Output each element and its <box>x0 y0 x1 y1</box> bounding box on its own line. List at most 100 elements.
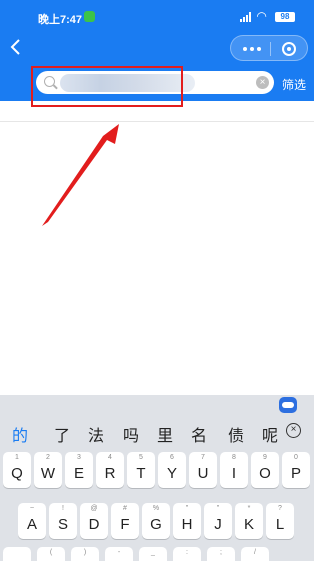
candidate-word[interactable]: 的 <box>12 422 28 446</box>
key-r[interactable]: 4R <box>96 452 124 488</box>
key-e[interactable]: 3E <box>65 452 93 488</box>
key-d[interactable]: @ D <box>80 503 108 539</box>
status-time: 晚上7:47 <box>38 14 83 26</box>
keyboard: 的了法吗里名债呢 × 1 Q 2 W 3 E 4 R 5 T 6 Y 7 U 8 I 9 O 0 P ~ A! S @ D # F%… <box>0 395 314 561</box>
capsule-divider <box>270 42 271 56</box>
key-t[interactable]: 5T <box>127 452 155 488</box>
key-row3-6[interactable]: ; <box>207 547 235 561</box>
battery-icon: 98 <box>275 12 295 22</box>
key-w[interactable]: 2W <box>34 452 62 488</box>
key-alt-label: % <box>152 505 160 512</box>
candidate-word[interactable]: 里 <box>157 422 173 446</box>
key-label: L <box>275 516 285 533</box>
key-alt-label: 1 <box>15 454 19 461</box>
key-label: F <box>120 516 130 533</box>
highlight-box <box>31 66 183 107</box>
key-alt-label: " <box>216 505 220 512</box>
signal-icon <box>240 12 252 22</box>
key-f[interactable]: # F <box>111 503 139 539</box>
key-label: Y <box>166 465 177 482</box>
key-alt-label: - <box>117 549 121 556</box>
key-y[interactable]: 6Y <box>158 452 186 488</box>
clear-icon[interactable]: × <box>256 76 269 89</box>
key-alt-label: ~ <box>29 505 35 512</box>
key-alt-label: 4 <box>108 454 112 461</box>
candidate-word[interactable]: 了 <box>54 422 70 446</box>
key-label: Q <box>11 465 23 482</box>
key-row3-5[interactable]: : <box>173 547 201 561</box>
key-j[interactable]: " J <box>204 503 232 539</box>
close-miniprogram-icon[interactable] <box>282 42 296 56</box>
key-alt-label: 3 <box>77 454 81 461</box>
candidate-word[interactable]: 呢 <box>262 422 278 446</box>
candidate-bar: 的 了法吗里名债呢 <box>0 418 314 446</box>
key-label: P <box>290 465 301 482</box>
key-alt-label: @ <box>90 505 98 512</box>
key-alt-label: ) <box>83 549 87 556</box>
key-label: A <box>26 516 37 533</box>
key-g[interactable]: % G <box>142 503 170 539</box>
key-alt-label: 8 <box>232 454 236 461</box>
key-alt-label: " <box>185 505 189 512</box>
key-s[interactable]: ! S <box>49 503 77 539</box>
key-alt-label: 9 <box>263 454 267 461</box>
key-q[interactable]: 1Q <box>3 452 31 488</box>
key-row3-0[interactable] <box>3 547 31 561</box>
key-label: H <box>181 516 193 533</box>
key-p[interactable]: 0P <box>282 452 310 488</box>
key-label: I <box>231 465 237 482</box>
status-bar: 晚上7:47 ◠ 98 <box>0 0 314 30</box>
more-icon[interactable] <box>243 47 261 51</box>
key-l[interactable]: ? L <box>266 503 294 539</box>
key-alt-label: 5 <box>139 454 143 461</box>
key-alt-label: 0 <box>294 454 298 461</box>
key-alt-label: : <box>186 549 188 556</box>
key-u[interactable]: 7U <box>189 452 217 488</box>
wifi-icon: ◠ <box>257 9 267 23</box>
key-row3-1[interactable]: ( <box>37 547 65 561</box>
key-alt-label: 6 <box>170 454 174 461</box>
key-label: E <box>73 465 84 482</box>
back-icon[interactable] <box>8 36 24 58</box>
key-row3-3[interactable]: - <box>105 547 133 561</box>
key-label: W <box>40 465 56 482</box>
keyboard-toolbar <box>0 395 314 417</box>
key-label: K <box>243 516 254 533</box>
key-row3-2[interactable]: ) <box>71 547 99 561</box>
key-row3-7[interactable]: / <box>241 547 269 561</box>
divider <box>0 121 314 122</box>
key-a[interactable]: ~ A <box>18 503 46 539</box>
key-label: D <box>88 516 100 533</box>
key-alt-label: ; <box>220 549 222 556</box>
key-row3-4[interactable]: _ <box>139 547 167 561</box>
candidate-word[interactable]: 名 <box>191 422 207 446</box>
key-alt-label: / <box>254 549 256 556</box>
key-alt-label: # <box>123 505 127 512</box>
key-o[interactable]: 9O <box>251 452 279 488</box>
arrow-up-icon <box>42 124 119 226</box>
key-h[interactable]: " H <box>173 503 201 539</box>
candidate-word[interactable]: 债 <box>228 422 244 446</box>
key-i[interactable]: 8I <box>220 452 248 488</box>
candidate-close-icon[interactable]: × <box>286 423 301 438</box>
key-alt-label: _ <box>151 549 155 556</box>
key-alt-label: ? <box>278 505 282 512</box>
keyboard-assistant-icon[interactable] <box>279 397 297 413</box>
key-label: R <box>104 465 116 482</box>
key-label: G <box>150 516 162 533</box>
candidate-word[interactable]: 法 <box>88 422 104 446</box>
miniprogram-capsule <box>230 35 308 61</box>
key-alt-label: * <box>247 505 251 512</box>
filter-button[interactable]: 筛选 <box>282 76 306 93</box>
key-label: S <box>57 516 68 533</box>
candidate-word[interactable]: 吗 <box>123 422 139 446</box>
key-k[interactable]: * K <box>235 503 263 539</box>
key-alt-label: ! <box>62 505 64 512</box>
key-label: T <box>136 465 146 482</box>
key-label: J <box>214 516 222 533</box>
key-label: O <box>259 465 271 482</box>
key-alt-label: ( <box>49 549 53 556</box>
key-alt-label: 2 <box>46 454 50 461</box>
key-label: U <box>197 465 209 482</box>
key-alt-label: 7 <box>201 454 205 461</box>
